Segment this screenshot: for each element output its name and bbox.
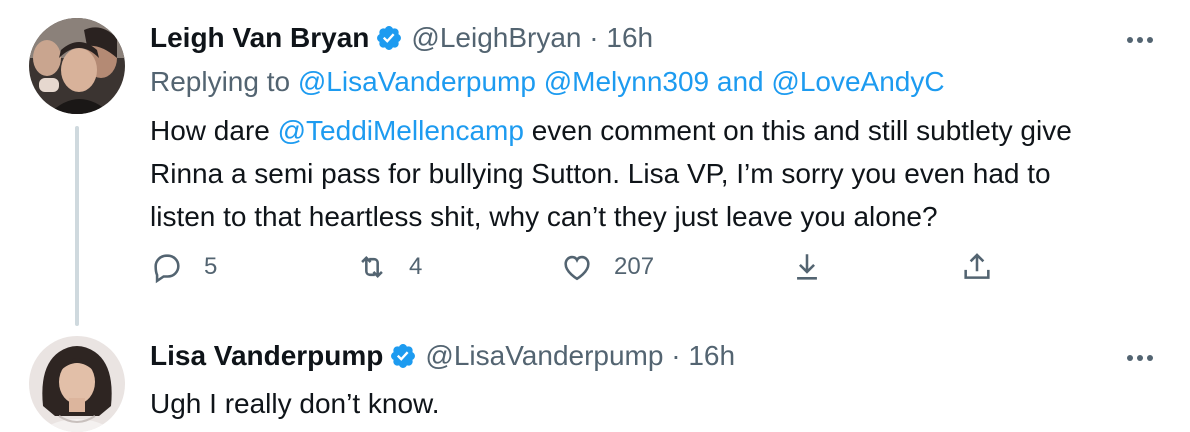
tweet-header: Lisa Vanderpump @LisaVanderpump · 16h <box>150 338 735 374</box>
tweet-timestamp[interactable]: 16h <box>688 340 735 371</box>
tweet-lisa-vanderpump[interactable]: Lisa Vanderpump @LisaVanderpump · 16h Ugh… <box>0 330 1190 432</box>
more-options-icon[interactable] <box>1122 22 1158 58</box>
mention-loveandyc[interactable]: @LoveAndyC <box>771 66 944 97</box>
retweet-icon <box>355 250 389 284</box>
avatar-lisa-vanderpump[interactable] <box>29 336 125 432</box>
tweet-header: Leigh Van Bryan @LeighBryan · 16h <box>150 20 653 56</box>
like-icon <box>560 250 594 284</box>
retweet-button[interactable]: 4 <box>355 250 422 284</box>
tweet-text-line-3: listen to that heartless shit, why can’t… <box>150 201 938 232</box>
tweet-text-line-1: How dare @TeddiMellencamp even comment o… <box>150 109 1160 152</box>
reply-icon <box>150 250 184 284</box>
thread-connector-line <box>75 126 79 326</box>
mention-teddimellencamp[interactable]: @TeddiMellencamp <box>278 115 524 146</box>
tweet-timestamp[interactable]: 16h <box>606 22 653 53</box>
replying-to-line: Replying to @LisaVanderpump @Melynn309 a… <box>150 64 945 100</box>
download-button[interactable] <box>790 250 824 284</box>
author-handle[interactable]: @LeighBryan <box>411 22 581 53</box>
text-fragment: even comment on this and still subtlety … <box>523 115 1072 146</box>
like-button[interactable]: 207 <box>560 250 654 284</box>
reply-count: 5 <box>204 253 218 280</box>
mention-melynn309[interactable]: @Melynn309 <box>544 66 709 97</box>
tweet-text-line-2: Rinna a semi pass for bullying Sutton. L… <box>150 158 1051 189</box>
share-button[interactable] <box>960 250 994 284</box>
verified-badge-icon <box>375 24 403 52</box>
separator-dot: · <box>589 22 599 53</box>
share-icon <box>960 250 994 284</box>
retweet-count: 4 <box>409 253 423 280</box>
tweet-text: Ugh I really don’t know. <box>150 388 440 419</box>
replying-and-label[interactable]: and <box>717 66 764 97</box>
author-handle[interactable]: @LisaVanderpump <box>425 340 663 371</box>
separator-dot: · <box>671 340 681 371</box>
text-fragment: How dare <box>150 115 278 146</box>
tweet-leigh-van-bryan[interactable]: Leigh Van Bryan @LeighBryan · 16h Replyin… <box>0 0 1190 330</box>
like-count: 207 <box>614 253 655 280</box>
reply-button[interactable]: 5 <box>150 250 217 284</box>
tweet-actions-bar: 5 4 207 <box>150 250 1010 294</box>
replying-to-label: Replying to <box>150 66 291 97</box>
author-name[interactable]: Lisa Vanderpump <box>150 340 383 371</box>
more-options-icon[interactable] <box>1122 340 1158 376</box>
mention-lisavanderpump[interactable]: @LisaVanderpump <box>298 66 536 97</box>
verified-badge-icon <box>389 342 417 370</box>
tweet-text: How dare @TeddiMellencamp even comment o… <box>150 109 1160 238</box>
download-icon <box>790 250 824 284</box>
author-name[interactable]: Leigh Van Bryan <box>150 22 369 53</box>
avatar-leigh-van-bryan[interactable] <box>29 18 125 114</box>
